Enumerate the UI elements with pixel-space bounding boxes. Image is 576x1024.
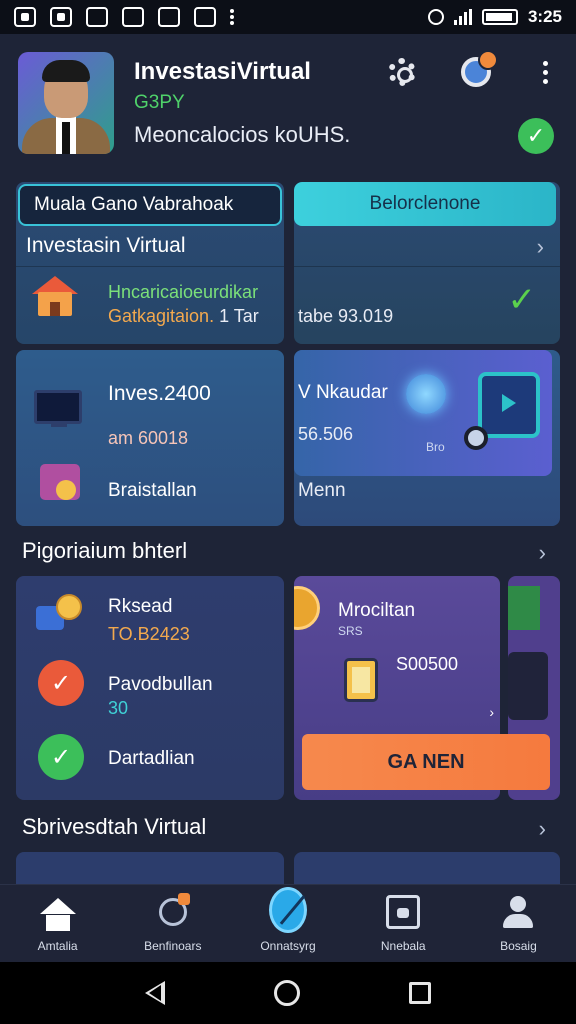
chevron-right-icon[interactable]: › [537, 234, 544, 260]
category-pill[interactable]: Muala Gano Vabrahoak [18, 184, 282, 226]
profile-header: InvestasiVirtual G3PY Meoncalocios koUHS… [0, 34, 576, 174]
card-title: Mrociltan [338, 600, 416, 621]
chevron-right-icon[interactable]: › [539, 816, 546, 842]
chart-icon [508, 586, 540, 630]
battery-icon [481, 9, 518, 25]
activity-title: Dartadlian [108, 748, 195, 769]
profile-icon [499, 893, 537, 931]
check-bubble-icon: ✓ [38, 734, 84, 780]
verified-check-icon: ✓ [518, 118, 554, 154]
status-bar: 3:25 [0, 0, 576, 34]
settings-button[interactable] [382, 52, 422, 92]
back-icon[interactable] [144, 981, 165, 1005]
card-caption: Bro [426, 440, 445, 454]
lightbulb-icon [406, 374, 446, 414]
chevron-right-icon[interactable]: › [539, 540, 546, 566]
card-label: Menn [298, 480, 346, 501]
notification-icon [122, 7, 144, 27]
home-circle-icon[interactable] [273, 980, 300, 1006]
user-code: G3PY [134, 92, 185, 113]
card-caption: SRS [338, 624, 363, 638]
notification-icons [14, 7, 234, 27]
section-title: Pigoriaium bhterl [22, 538, 188, 563]
nav-label: Nnebala [380, 939, 426, 953]
nav-profile[interactable]: Bosaig [461, 885, 576, 962]
house-icon [32, 276, 78, 322]
nav-investments[interactable]: Benfinoars [115, 885, 230, 962]
card-label: Braistallan [108, 480, 197, 501]
activity-card[interactable]: Rksead TO.B2423 ✓ Pavodbullan 30 ✓ Darta… [16, 576, 284, 800]
nav-label: Onnatsyrg [260, 939, 316, 953]
notification-icon [50, 7, 72, 27]
nav-home[interactable]: Amtalia [0, 885, 115, 962]
activity-title: Rksead [108, 596, 173, 617]
card-line: Gatkagitaion. 1 Tar [108, 306, 259, 326]
magnifier-icon [464, 426, 488, 450]
activity-value: TO.B2423 [108, 624, 190, 644]
card-line: Hncaricaioeurdikar [108, 282, 259, 302]
notification-icon [86, 7, 108, 27]
system-status: 3:25 [427, 7, 562, 27]
profile-description: Meoncalocios koUHS. [134, 122, 351, 147]
card-title: V Nkaudar [298, 382, 388, 403]
coin-icon [56, 480, 76, 500]
chevron-right-icon[interactable]: › [489, 704, 494, 720]
panel-block [508, 652, 548, 720]
nav-explore[interactable]: Onnatsyrg [230, 885, 345, 962]
video-tablet-icon [478, 372, 540, 438]
monitor-icon [34, 390, 82, 427]
portfolio-card[interactable]: Inves.2400 am 60018 Braistallan [16, 350, 284, 526]
investment-card[interactable]: Muala Gano Vabrahoak Investasin Virtual … [16, 182, 284, 344]
card-value: S00500 [396, 654, 459, 674]
notification-badge [478, 50, 498, 70]
check-bubble-icon: ✓ [38, 660, 84, 706]
notification-icon [14, 7, 36, 27]
more-notifications-icon [230, 9, 234, 25]
phone-icon [344, 658, 378, 702]
market-card[interactable]: V Nkaudar 56.506 Bro Menn [294, 350, 560, 526]
coins-icon [36, 594, 84, 634]
overflow-menu-button[interactable] [530, 52, 560, 92]
card-value: 56.506 [298, 424, 354, 444]
notification-icon [194, 7, 216, 27]
nav-label: Bosaig [500, 939, 537, 953]
clock: 3:25 [527, 7, 562, 26]
rocket-icon [154, 893, 192, 931]
app-title: InvestasiVirtual [134, 58, 311, 85]
notification-icon [158, 7, 180, 27]
bottom-navigation: Amtalia Benfinoars Onnatsyrg Nnebala Bos… [0, 884, 576, 962]
checkmark-icon: ✓ [507, 281, 537, 319]
card-title: Inves.2400 [108, 382, 211, 405]
nav-wallet[interactable]: Nnebala [346, 885, 461, 962]
section-title: Sbrivesdtah Virtual [22, 814, 207, 839]
signal-icon [453, 9, 472, 25]
activity-value: 30 [108, 698, 129, 718]
balance-tab[interactable]: Belorclenone [294, 182, 556, 226]
recent-apps-icon[interactable] [409, 982, 432, 1004]
globe-icon [269, 887, 307, 933]
card-line: tabe 93.019 [298, 306, 394, 326]
avatar[interactable] [18, 52, 114, 154]
system-navigation-bar [0, 962, 576, 1024]
coin-icon [294, 586, 320, 630]
activity-title: Pavodbullan [108, 674, 213, 695]
balance-card[interactable]: Belorclenone › tabe 93.019 ✓ [294, 182, 560, 344]
nav-label: Benfinoars [144, 939, 202, 953]
notifications-button[interactable] [456, 50, 498, 92]
card-title: Investasin Virtual [26, 234, 186, 257]
gear-icon [388, 58, 416, 86]
nav-label: Amtalia [37, 939, 78, 953]
wallet-icon [384, 893, 422, 931]
alarm-icon [427, 9, 444, 25]
home-icon [39, 893, 77, 931]
cta-button[interactable]: GA NEN [302, 734, 550, 790]
card-value: am 60018 [108, 428, 189, 448]
